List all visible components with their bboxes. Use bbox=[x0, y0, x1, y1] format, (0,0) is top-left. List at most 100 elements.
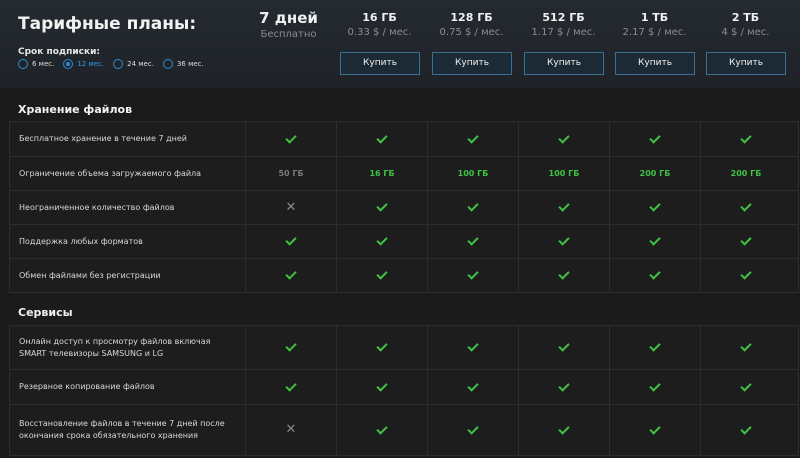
feature-value bbox=[700, 259, 791, 292]
checkmark-icon bbox=[467, 131, 479, 144]
checkmark-icon bbox=[376, 234, 388, 246]
period-option-12[interactable]: 12 мес. bbox=[63, 59, 104, 69]
radio-checked-icon[interactable] bbox=[63, 59, 74, 69]
table-row: Бесплатное хранение в течение 7 дней bbox=[10, 122, 798, 157]
period-option-6[interactable]: 6 мес. bbox=[18, 59, 54, 69]
feature-value bbox=[609, 259, 700, 292]
feature-value: ✕ bbox=[245, 191, 336, 224]
feature-value-text: 200 ГБ bbox=[639, 169, 671, 178]
feature-label: Ограничение объема загружаемого файла bbox=[19, 168, 202, 178]
checkmark-icon bbox=[376, 268, 388, 280]
buy-button-16gb[interactable]: Купить bbox=[340, 52, 420, 75]
section-title-storage: Хранение файлов bbox=[18, 103, 133, 116]
feature-value: 100 ГБ bbox=[518, 157, 609, 190]
period-option-36[interactable]: 36 мес. bbox=[162, 59, 204, 69]
feature-value bbox=[609, 405, 700, 455]
checkmark-icon bbox=[467, 379, 479, 392]
period-option-label: 6 мес. bbox=[32, 60, 55, 68]
feature-value-text: 200 ГБ bbox=[730, 169, 762, 178]
feature-value: ✕ bbox=[245, 405, 336, 455]
feature-value: 200 ГБ bbox=[609, 157, 700, 190]
feature-value-text: 50 ГБ bbox=[278, 169, 304, 178]
checkmark-icon bbox=[740, 422, 752, 435]
feature-value bbox=[609, 191, 700, 224]
feature-value bbox=[609, 326, 700, 369]
checkmark-icon bbox=[376, 379, 388, 392]
feature-value: 50 ГБ bbox=[245, 157, 336, 190]
feature-label: Обмен файлами без регистрации bbox=[19, 270, 161, 280]
plan-price: 0.33 $ / мес. bbox=[347, 27, 412, 38]
feature-value bbox=[336, 326, 427, 369]
buy-button-512gb[interactable]: Купить bbox=[524, 52, 604, 75]
plan-name: 16 ГБ bbox=[362, 11, 397, 24]
plan-512gb: 512 ГБ 1.17 $ / мес. Купить bbox=[518, 0, 609, 75]
checkmark-icon bbox=[558, 340, 570, 352]
feature-value bbox=[427, 326, 518, 369]
buy-button-2tb[interactable]: Купить bbox=[706, 52, 786, 75]
period-option-label: 24 мес. bbox=[127, 60, 154, 68]
checkmark-icon bbox=[649, 268, 661, 280]
table-row: Обмен файлами без регистрации bbox=[10, 259, 798, 292]
table-row: Онлайн доступ к просмотру файлов включая… bbox=[10, 326, 798, 370]
feature-label: Онлайн доступ к просмотру файлов включая… bbox=[19, 336, 211, 358]
feature-label: Бесплатное хранение в течение 7 дней bbox=[19, 134, 187, 143]
plan-name: 1 ТБ bbox=[640, 11, 669, 24]
feature-value bbox=[336, 370, 427, 404]
section-title-services: Сервисы bbox=[18, 306, 73, 319]
radio-icon[interactable] bbox=[18, 59, 28, 69]
feature-value bbox=[518, 259, 609, 292]
checkmark-icon bbox=[467, 422, 479, 435]
buy-button-1tb[interactable]: Купить bbox=[615, 52, 695, 75]
checkmark-icon bbox=[376, 422, 388, 435]
feature-value bbox=[700, 225, 791, 258]
checkmark-icon bbox=[649, 379, 661, 392]
plan-free: 7 дней Бесплатно bbox=[243, 0, 334, 40]
feature-value bbox=[427, 405, 518, 455]
buy-button-128gb[interactable]: Купить bbox=[432, 52, 512, 75]
checkmark-icon bbox=[649, 200, 661, 212]
checkmark-icon bbox=[285, 234, 297, 246]
checkmark-icon bbox=[740, 234, 752, 246]
plan-name: 512 ГБ bbox=[542, 11, 585, 24]
radio-icon[interactable] bbox=[113, 59, 124, 69]
feature-value bbox=[245, 122, 336, 156]
feature-label: Неограниченное количество файлов bbox=[19, 202, 175, 212]
checkmark-icon bbox=[376, 200, 388, 212]
feature-value bbox=[336, 225, 427, 258]
checkmark-icon bbox=[649, 131, 661, 144]
plan-price: Бесплатно bbox=[260, 29, 317, 40]
table-row: Поддержка любых форматов bbox=[10, 225, 798, 259]
feature-label: Поддержка любых форматов bbox=[19, 236, 143, 246]
checkmark-icon bbox=[558, 422, 570, 435]
feature-value bbox=[518, 122, 609, 156]
subscription-period-selector: 6 мес. 12 мес. 24 мес. 36 мес. bbox=[18, 59, 213, 69]
feature-value bbox=[700, 326, 791, 369]
feature-label: Восстановление файлов в течение 7 дней п… bbox=[19, 419, 225, 440]
checkmark-icon bbox=[740, 268, 752, 280]
feature-value: 100 ГБ bbox=[427, 157, 518, 190]
feature-value bbox=[427, 259, 518, 292]
feature-value bbox=[336, 405, 427, 455]
pricing-header: Тарифные планы: Срок подписки: 6 мес. 12… bbox=[0, 0, 800, 88]
plan-name: 2 ТБ bbox=[731, 11, 760, 24]
feature-value bbox=[518, 191, 609, 224]
page-title: Тарифные планы: bbox=[18, 14, 197, 34]
features-table-services: Онлайн доступ к просмотру файлов включая… bbox=[9, 325, 799, 456]
feature-value bbox=[518, 405, 609, 455]
plan-price: 1.17 $ / мес. bbox=[531, 27, 596, 38]
plan-128gb: 128 ГБ 0.75 $ / мес. Купить bbox=[426, 0, 517, 75]
checkmark-icon bbox=[285, 268, 297, 280]
checkmark-icon bbox=[649, 422, 661, 435]
checkmark-icon bbox=[649, 234, 661, 246]
feature-label: Резервное копирование файлов bbox=[19, 382, 155, 391]
checkmark-icon bbox=[740, 131, 752, 144]
checkmark-icon bbox=[558, 268, 570, 280]
checkmark-icon bbox=[376, 340, 388, 352]
table-row: Неограниченное количество файлов ✕ bbox=[10, 191, 798, 225]
checkmark-icon bbox=[558, 200, 570, 212]
feature-value bbox=[336, 191, 427, 224]
radio-icon[interactable] bbox=[162, 59, 173, 69]
period-option-24[interactable]: 24 мес. bbox=[113, 59, 154, 69]
plan-name: 7 дней bbox=[259, 9, 318, 27]
feature-value bbox=[700, 405, 791, 455]
